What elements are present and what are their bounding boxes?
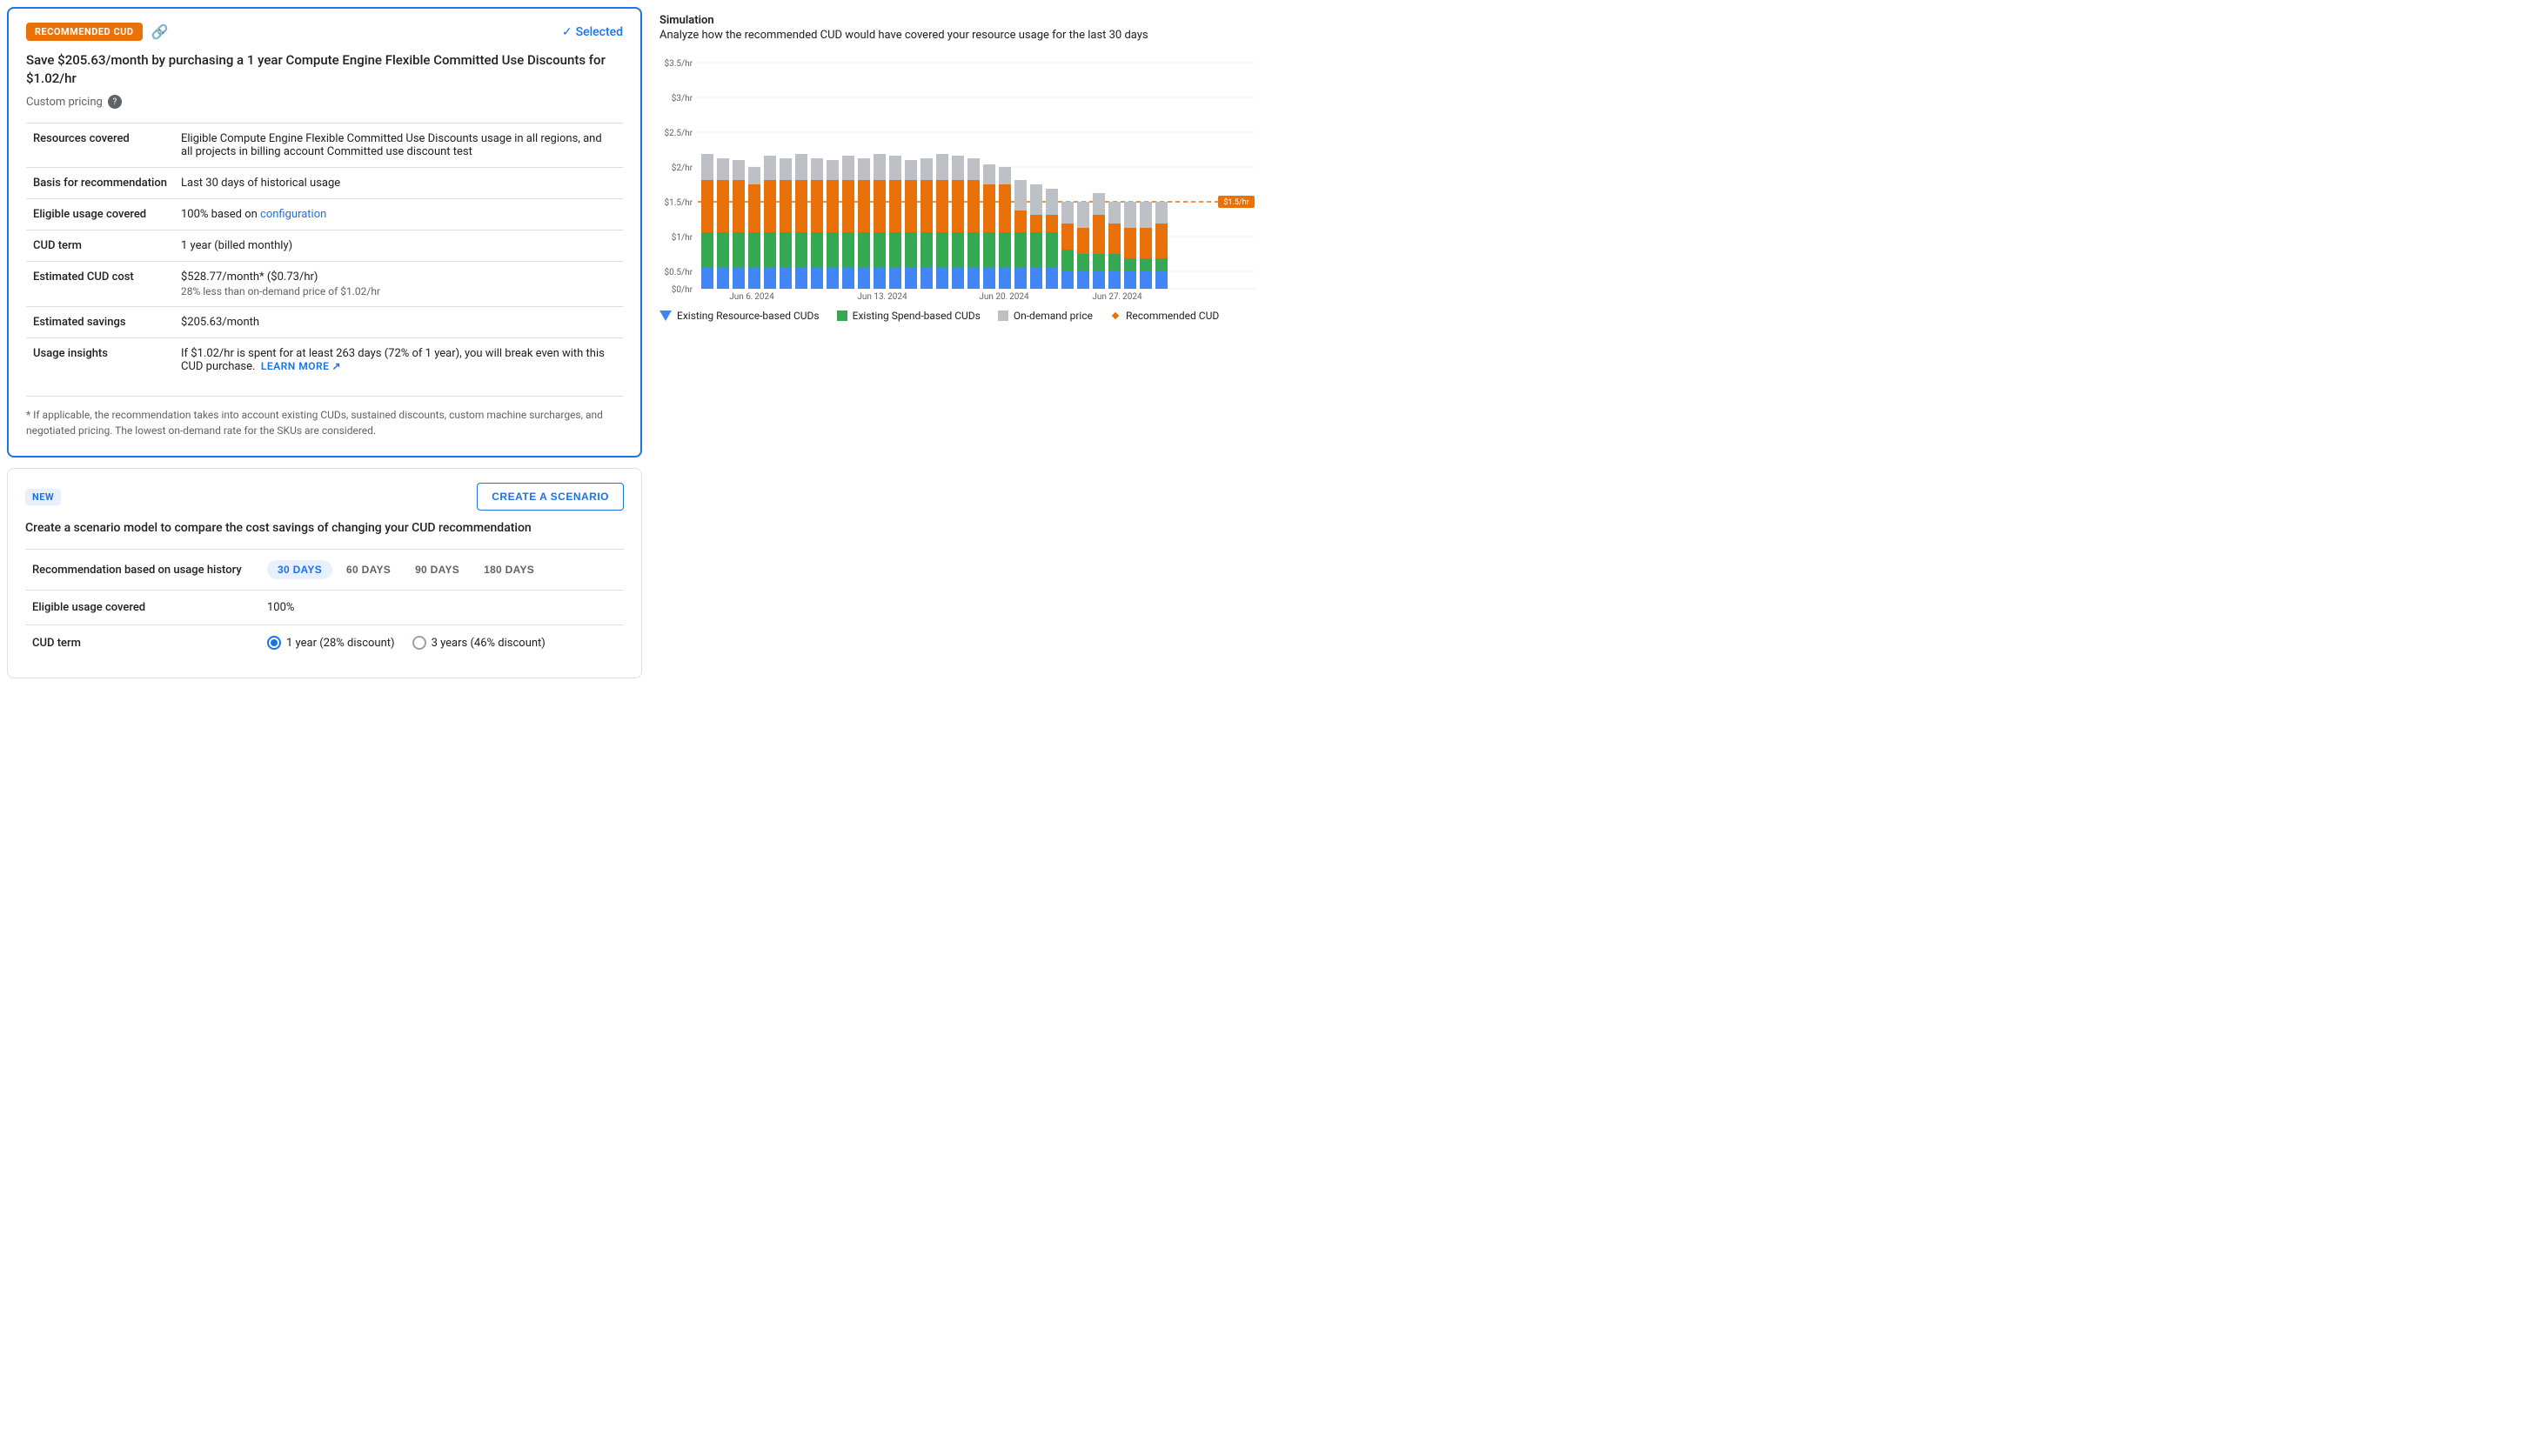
new-badge: NEW [25,489,61,505]
radio-1year[interactable]: 1 year (28% discount) [267,636,395,650]
radio-1year-label: 1 year (28% discount) [286,637,395,650]
create-scenario-button[interactable]: CREATE A SCENARIO [477,483,624,511]
days-90-button[interactable]: 90 DAYS [405,560,470,579]
usage-insights-label: Usage insights [26,338,174,383]
basis-value: Last 30 days of historical usage [174,168,623,199]
radio-3year-label: 3 years (46% discount) [432,637,546,650]
svg-text:$1.5/hr: $1.5/hr [1223,197,1249,207]
header-left: RECOMMENDED CUD 🔗 [26,23,168,41]
estimated-savings-row: Estimated savings $205.63/month [26,307,623,338]
legend-ondemand-icon [998,311,1008,321]
scenario-cud-term-row: CUD term 1 year (28% discount) 3 years (… [25,625,624,661]
basis-label: Basis for recommendation [26,168,174,199]
days-buttons-cell: 30 DAYS 60 DAYS 90 DAYS 180 DAYS [260,550,624,591]
chart-area: $3.5/hr $3/hr $2.5/hr $2/hr $1.5/hr $1/h… [659,56,1262,299]
svg-text:$2.5/hr: $2.5/hr [664,127,693,138]
svg-text:$3.5/hr: $3.5/hr [664,57,693,69]
scenario-title: Create a scenario model to compare the c… [25,521,624,535]
legend-spend-based: Existing Spend-based CUDs [837,310,981,322]
save-title: Save $205.63/month by purchasing a 1 yea… [26,51,623,88]
svg-text:$0/hr: $0/hr [672,284,693,295]
svg-text:Jun 13, 2024: Jun 13, 2024 [857,292,907,299]
svg-text:$0.5/hr: $0.5/hr [664,266,693,277]
cud-term-row: CUD term 1 year (billed monthly) [26,230,623,262]
resources-row: Resources covered Eligible Compute Engin… [26,124,623,168]
scenario-header: NEW CREATE A SCENARIO [25,483,624,511]
legend-ondemand-label: On-demand price [1014,310,1093,322]
legend-spend-label: Existing Spend-based CUDs [853,310,981,322]
legend-triangle-icon [659,311,672,321]
scenario-table: Recommendation based on usage history 30… [25,549,624,660]
estimated-cost-cell: $528.77/month* ($0.73/hr) 28% less than … [174,262,623,307]
days-btn-group: 30 DAYS 60 DAYS 90 DAYS 180 DAYS [267,560,617,579]
svg-text:$1.5/hr: $1.5/hr [664,197,693,208]
recommended-badge: RECOMMENDED CUD [26,23,143,41]
scenario-eligible-row: Eligible usage covered 100% [25,591,624,625]
custom-pricing-row: Custom pricing ? [26,95,623,109]
legend-resource-based: Existing Resource-based CUDs [659,310,820,322]
chart-svg: $3.5/hr $3/hr $2.5/hr $2/hr $1.5/hr $1/h… [659,56,1262,299]
radio-3year-circle [412,636,426,650]
legend-diamond-icon [1110,311,1121,321]
svg-text:$2/hr: $2/hr [672,162,693,173]
usage-history-label: Recommendation based on usage history [25,550,260,591]
link-icon[interactable]: 🔗 [151,23,169,40]
legend-recommended-label: Recommended CUD [1126,310,1219,322]
right-panel: Simulation Analyze how the recommended C… [656,7,1265,721]
cud-term-value: 1 year (billed monthly) [174,230,623,262]
svg-text:Jun 20, 2024: Jun 20, 2024 [979,292,1029,299]
estimated-cost-label: Estimated CUD cost [26,262,174,307]
legend-recommended-cud: Recommended CUD [1110,310,1219,322]
usage-history-row: Recommendation based on usage history 30… [25,550,624,591]
estimated-cost-secondary: 28% less than on-demand price of $1.02/h… [181,285,616,297]
legend-spend-icon [837,311,847,321]
legend-on-demand: On-demand price [998,310,1093,322]
simulation-subtitle: Analyze how the recommended CUD would ha… [659,29,1262,42]
resources-label: Resources covered [26,124,174,168]
selected-label: ✓ Selected [562,25,623,39]
legend-resource-label: Existing Resource-based CUDs [677,310,820,322]
details-table: Resources covered Eligible Compute Engin… [26,123,623,382]
days-60-button[interactable]: 60 DAYS [336,560,401,579]
scenario-eligible-value: 100% [260,591,624,625]
usage-insights-row: Usage insights If $1.02/hr is spent for … [26,338,623,383]
eligible-row: Eligible usage covered 100% based on con… [26,199,623,230]
eligible-value: 100% based on configuration [174,199,623,230]
svg-text:Jun 6, 2024: Jun 6, 2024 [729,292,774,299]
estimated-cost-row: Estimated CUD cost $528.77/month* ($0.73… [26,262,623,307]
checkmark-icon: ✓ [562,25,572,39]
scenario-eligible-label: Eligible usage covered [25,591,260,625]
estimated-savings-label: Estimated savings [26,307,174,338]
days-180-button[interactable]: 180 DAYS [473,560,545,579]
eligible-label: Eligible usage covered [26,199,174,230]
scenario-card: NEW CREATE A SCENARIO Create a scenario … [7,468,642,678]
configuration-link[interactable]: configuration [260,208,326,221]
radio-3year[interactable]: 3 years (46% discount) [412,636,546,650]
resources-value: Eligible Compute Engine Flexible Committ… [174,124,623,168]
help-icon[interactable]: ? [108,95,122,109]
chart-legend: Existing Resource-based CUDs Existing Sp… [659,310,1262,322]
estimated-cost-value: $528.77/month* ($0.73/hr) [181,270,616,284]
cud-term-label: CUD term [26,230,174,262]
radio-group: 1 year (28% discount) 3 years (46% disco… [267,636,617,650]
radio-group-cell: 1 year (28% discount) 3 years (46% disco… [260,625,624,661]
basis-row: Basis for recommendation Last 30 days of… [26,168,623,199]
chart-container: $3.5/hr $3/hr $2.5/hr $2/hr $1.5/hr $1/h… [659,56,1262,322]
radio-1year-circle [267,636,281,650]
custom-pricing-label: Custom pricing [26,96,103,109]
scenario-cud-term-label: CUD term [25,625,260,661]
usage-insights-cell: If $1.02/hr is spent for at least 263 da… [174,338,623,383]
card-header: RECOMMENDED CUD 🔗 ✓ Selected [26,23,623,41]
simulation-title: Simulation [659,14,1262,27]
learn-more-link[interactable]: LEARN MORE ↗ [261,360,341,372]
recommendation-card: RECOMMENDED CUD 🔗 ✓ Selected Save $205.6… [7,7,642,458]
svg-text:Jun 27, 2024: Jun 27, 2024 [1092,292,1142,299]
svg-text:$3/hr: $3/hr [672,92,693,104]
svg-text:$1/hr: $1/hr [672,231,693,243]
days-30-button[interactable]: 30 DAYS [267,560,332,579]
estimated-savings-value: $205.63/month [174,307,623,338]
footnote: * If applicable, the recommendation take… [26,396,623,438]
usage-insights-value: If $1.02/hr is spent for at least 263 da… [181,347,605,373]
